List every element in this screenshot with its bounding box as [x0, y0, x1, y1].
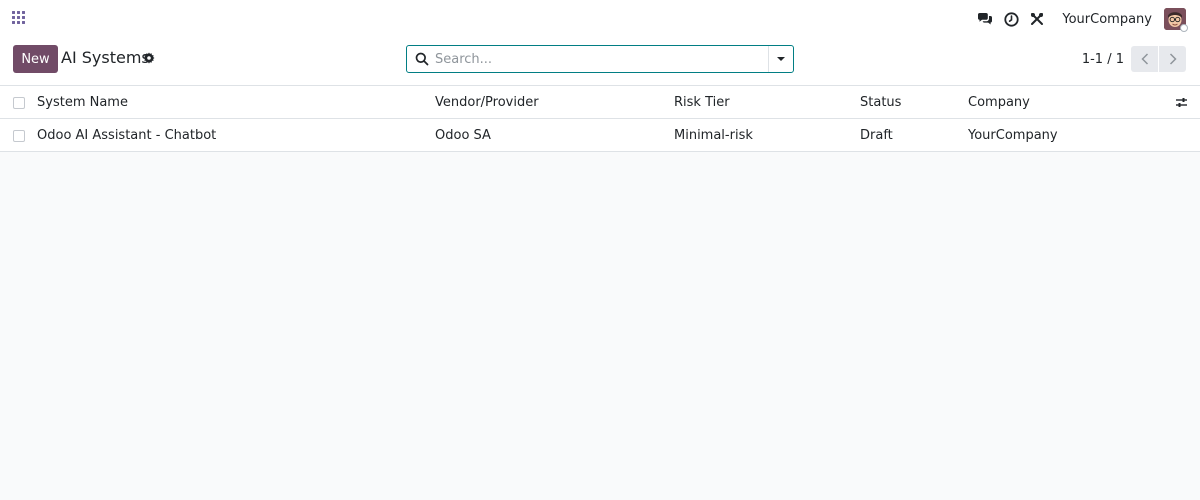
- records-table: System Name Vendor/Provider Risk Tier St…: [0, 86, 1200, 152]
- table-row[interactable]: Odoo AI Assistant - Chatbot Odoo SA Mini…: [0, 119, 1200, 152]
- column-header-risk-tier[interactable]: Risk Tier: [674, 86, 730, 119]
- search-bar: [406, 45, 794, 73]
- presence-status-indicator: [1180, 24, 1188, 32]
- company-switcher[interactable]: YourCompany: [1062, 12, 1152, 27]
- gear-icon[interactable]: [143, 52, 155, 64]
- cell-system-name[interactable]: Odoo AI Assistant - Chatbot: [37, 119, 216, 152]
- search-icon: [415, 52, 429, 66]
- debug-tools-icon[interactable]: [1028, 10, 1046, 28]
- select-all-checkbox[interactable]: [13, 97, 25, 109]
- column-header-system-name[interactable]: System Name: [37, 86, 128, 119]
- table-header-row: System Name Vendor/Provider Risk Tier St…: [0, 86, 1200, 119]
- cell-vendor[interactable]: Odoo SA: [435, 119, 491, 152]
- chevron-left-icon: [1140, 53, 1148, 65]
- pager-next-button[interactable]: [1159, 46, 1186, 72]
- chevron-right-icon: [1169, 53, 1177, 65]
- column-header-company[interactable]: Company: [968, 86, 1030, 119]
- search-options-toggle[interactable]: [768, 46, 793, 72]
- search-input[interactable]: [435, 46, 768, 72]
- column-header-vendor[interactable]: Vendor/Provider: [435, 86, 539, 119]
- user-avatar[interactable]: [1164, 8, 1188, 32]
- cell-company[interactable]: YourCompany: [968, 119, 1058, 152]
- row-select-checkbox[interactable]: [13, 130, 25, 142]
- cell-status[interactable]: Draft: [860, 119, 893, 152]
- pager-value[interactable]: 1-1 / 1: [1082, 52, 1124, 67]
- top-navbar: YourCompany: [0, 0, 1200, 38]
- control-panel: New AI Systems 1-1 / 1: [0, 38, 1200, 86]
- pager-previous-button[interactable]: [1131, 46, 1158, 72]
- discuss-chat-icon[interactable]: [976, 10, 994, 28]
- column-header-status[interactable]: Status: [860, 86, 901, 119]
- caret-down-icon: [777, 57, 785, 61]
- cell-risk-tier[interactable]: Minimal-risk: [674, 119, 753, 152]
- new-record-button[interactable]: New: [13, 45, 58, 73]
- apps-menu-icon[interactable]: [12, 11, 26, 25]
- navbar-systray: YourCompany: [968, 0, 1188, 38]
- page-title: AI Systems: [61, 48, 150, 67]
- activity-clock-icon[interactable]: [1002, 10, 1020, 28]
- pager: 1-1 / 1: [1082, 45, 1186, 73]
- optional-columns-toggle-icon[interactable]: [1175, 96, 1188, 109]
